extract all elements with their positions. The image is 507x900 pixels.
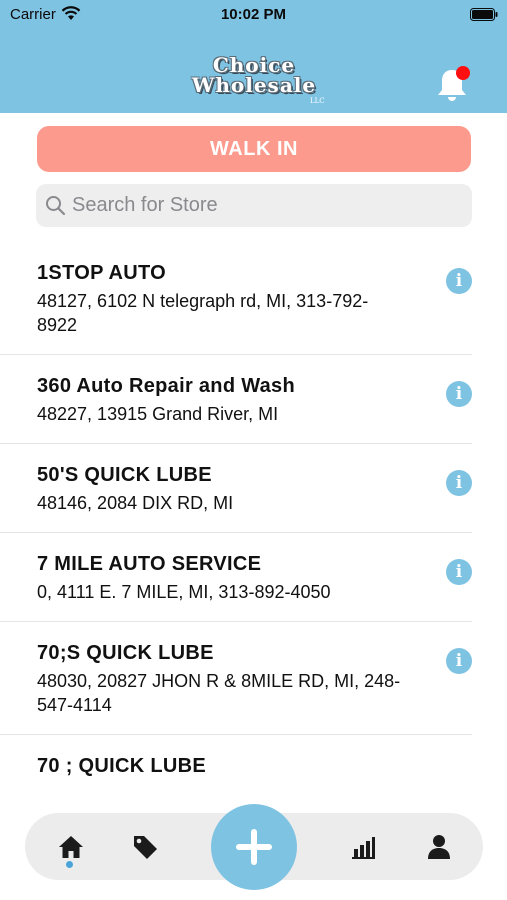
home-icon xyxy=(59,836,83,858)
store-row[interactable]: 70;S QUICK LUBE 48030, 20827 JHON R & 8M… xyxy=(0,622,472,735)
tab-home[interactable] xyxy=(57,833,85,861)
battery-icon xyxy=(470,8,498,21)
store-row[interactable]: 7 MILE AUTO SERVICE 0, 4111 E. 7 MILE, M… xyxy=(0,533,472,622)
walk-in-button[interactable]: WALK IN xyxy=(37,126,471,172)
store-name: 70 ; QUICK LUBE xyxy=(37,755,206,777)
profile-icon xyxy=(428,835,450,859)
app-header: Carrier 10:02 PM Choice Wholesale LLC xyxy=(0,0,507,113)
store-row[interactable]: 1STOP AUTO 48127, 6102 N telegraph rd, M… xyxy=(0,242,472,355)
info-icon[interactable]: i xyxy=(446,470,472,496)
search-input[interactable] xyxy=(72,184,462,227)
info-icon[interactable]: i xyxy=(446,381,472,407)
search-bar[interactable] xyxy=(36,184,472,227)
tag-icon xyxy=(134,836,157,859)
store-name: 1STOP AUTO xyxy=(37,262,166,284)
search-icon xyxy=(46,196,66,216)
status-bar: Carrier 10:02 PM xyxy=(0,0,507,30)
store-address: 0, 4111 E. 7 MILE, MI, 313-892-4050 xyxy=(37,582,331,602)
info-icon[interactable]: i xyxy=(446,559,472,585)
logo-line-2: Wholesale xyxy=(191,73,317,97)
store-address: 48227, 13915 Grand River, MI xyxy=(37,404,279,424)
status-time: 10:02 PM xyxy=(220,6,287,23)
info-icon[interactable]: i xyxy=(446,648,472,674)
store-name: 360 Auto Repair and Wash xyxy=(37,375,295,397)
tab-profile[interactable] xyxy=(425,833,453,861)
logo-line-1: Choice xyxy=(212,53,296,77)
info-icon[interactable]: i xyxy=(446,268,472,294)
add-button[interactable] xyxy=(211,804,297,890)
tab-offers[interactable] xyxy=(131,833,159,861)
store-address: 48146, 2084 DIX RD, MI xyxy=(37,493,234,513)
store-row-partial[interactable]: 70 ; QUICK LUBE xyxy=(0,735,507,777)
choice-wholesale-logo: Choice Wholesale LLC xyxy=(170,55,338,107)
store-address: 48127, 6102 N telegraph rd, MI, 313-792-… xyxy=(37,291,369,335)
store-name: 7 MILE AUTO SERVICE xyxy=(37,553,262,575)
store-list: 1STOP AUTO 48127, 6102 N telegraph rd, M… xyxy=(0,242,507,777)
store-address: 48030, 20827 JHON R & 8MILE RD, MI, 248-… xyxy=(37,671,401,715)
store-row[interactable]: 360 Auto Repair and Wash 48227, 13915 Gr… xyxy=(0,355,472,444)
store-name: 70;S QUICK LUBE xyxy=(37,642,214,664)
store-row[interactable]: 50'S QUICK LUBE 48146, 2084 DIX RD, MI i xyxy=(0,444,472,533)
tab-reports[interactable] xyxy=(349,833,377,861)
active-tab-indicator xyxy=(66,861,73,868)
logo-llc: LLC xyxy=(310,97,325,105)
bar-chart-icon xyxy=(352,837,375,859)
store-name: 50'S QUICK LUBE xyxy=(37,464,212,486)
notification-dot xyxy=(456,66,470,80)
